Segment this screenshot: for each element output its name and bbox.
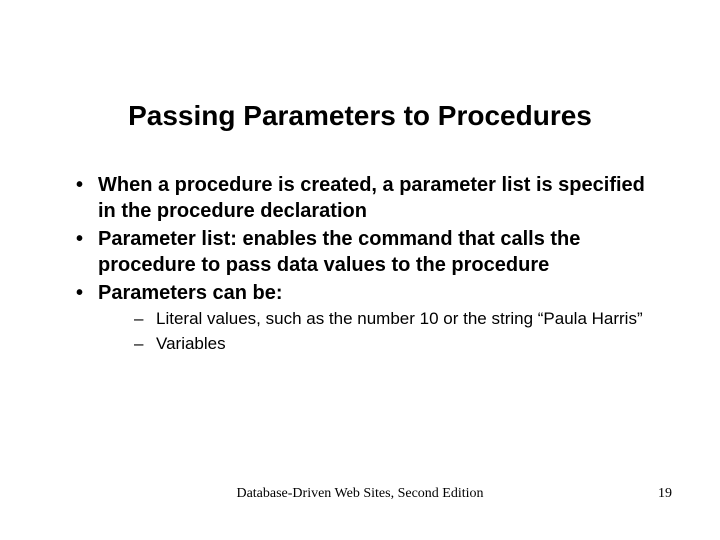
sub-list: Literal values, such as the number 10 or… <box>98 308 650 356</box>
footer-text: Database-Driven Web Sites, Second Editio… <box>0 486 720 502</box>
bullet-list: When a procedure is created, a parameter… <box>70 172 650 356</box>
slide-content: When a procedure is created, a parameter… <box>0 172 720 356</box>
sub-item: Literal values, such as the number 10 or… <box>98 308 650 331</box>
page-number: 19 <box>658 486 672 502</box>
bullet-item: Parameter list: enables the command that… <box>70 226 650 278</box>
bullet-text: Parameters can be: <box>98 282 283 304</box>
bullet-item: When a procedure is created, a parameter… <box>70 172 650 224</box>
sub-item: Variables <box>98 333 650 356</box>
slide: Passing Parameters to Procedures When a … <box>0 0 720 540</box>
bullet-item: Parameters can be: Literal values, such … <box>70 280 650 356</box>
slide-title: Passing Parameters to Procedures <box>0 0 720 172</box>
